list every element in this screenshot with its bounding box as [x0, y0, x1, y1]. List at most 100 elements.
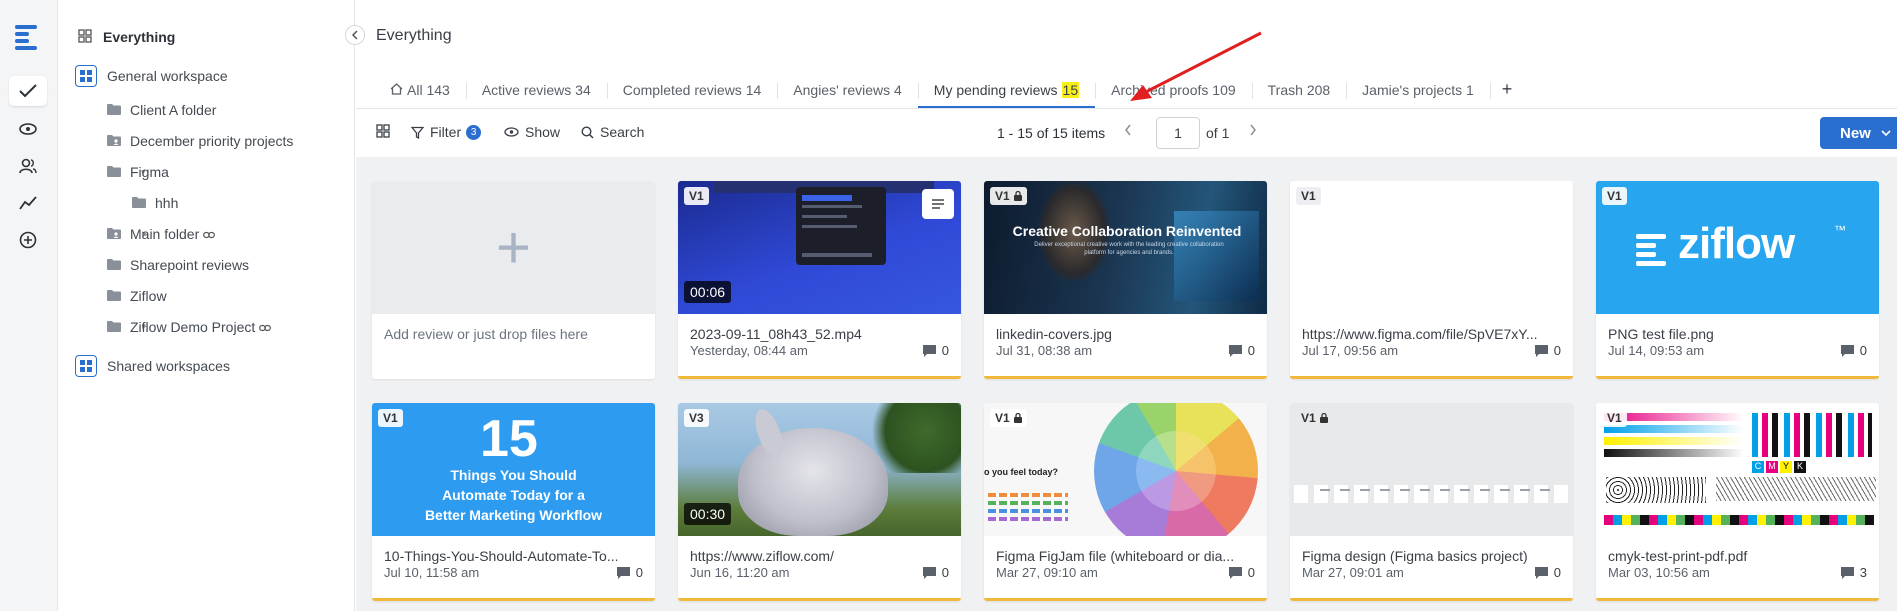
version-label: V1 — [1301, 411, 1316, 425]
sidebar-item-label: Figma — [130, 164, 169, 180]
tab-all[interactable]: All 143 — [374, 78, 466, 108]
sidebar-item-shared-workspaces[interactable]: Shared workspaces — [75, 353, 230, 379]
tab-active-reviews[interactable]: Active reviews 34 — [465, 78, 607, 108]
collapse-sidebar-button[interactable] — [345, 25, 365, 45]
proof-date: Jul 17, 09:56 am — [1302, 343, 1399, 358]
comment-count: 3 — [1840, 565, 1867, 580]
version-badge: V1 — [1602, 409, 1627, 427]
proof-name[interactable]: https://www.figma.com/file/SpVE7xY... — [1302, 326, 1557, 342]
sidebar-item-figma[interactable]: Figma — [107, 159, 169, 185]
proof-card[interactable]: 15 Things You Should Automate Today for … — [372, 403, 655, 601]
sidebar-item-ziflow-demo-project[interactable]: Ziflow Demo Project — [107, 314, 272, 340]
proof-card[interactable]: C M Y K V1 cmyk-test-print-pdf.pdf Mar 0… — [1596, 403, 1879, 601]
sidebar-item-ziflow[interactable]: Ziflow — [107, 283, 167, 309]
add-review-card[interactable]: + Add review or just drop files here — [372, 181, 655, 379]
proof-thumbnail: ziflow ™ — [1596, 181, 1879, 314]
proof-card[interactable]: Creative Collaboration Reinvented Delive… — [984, 181, 1267, 379]
annotation-arrow-icon — [1130, 31, 1262, 101]
thumbnail-number: 15 — [480, 410, 538, 468]
next-page-button[interactable] — [1249, 123, 1257, 139]
tab-completed-reviews[interactable]: Completed reviews 14 — [606, 78, 778, 108]
add-review-hint: Add review or just drop files here — [384, 326, 588, 342]
new-button[interactable]: New — [1820, 117, 1897, 149]
status-bar — [984, 598, 1267, 601]
review-eye-icon[interactable] — [9, 114, 47, 144]
search-button[interactable]: Search — [581, 124, 644, 140]
tab-count: 208 — [1306, 82, 1331, 98]
comment-count-value: 0 — [1247, 565, 1255, 580]
grid-icon — [78, 28, 92, 46]
shared-folder-icon — [107, 133, 121, 149]
version-label: V1 — [995, 189, 1010, 203]
analytics-icon[interactable] — [9, 188, 47, 218]
proof-name[interactable]: 2023-09-11_08h43_52.mp4 — [690, 326, 945, 342]
users-icon[interactable] — [9, 151, 47, 181]
prev-page-button[interactable] — [1124, 123, 1132, 139]
add-review-dropzone[interactable]: + — [372, 181, 655, 314]
proof-card[interactable]: V1 https://www.figma.com/file/SpVE7xY...… — [1290, 181, 1573, 379]
sidebar-item-label: Sharepoint reviews — [130, 257, 250, 273]
search-label: Search — [600, 124, 645, 140]
cmyk-letters: C M Y K — [1752, 461, 1806, 473]
tab-count: 143 — [426, 82, 450, 98]
filter-button[interactable]: Filter 3 — [411, 124, 482, 140]
thumbnail-line: Things You Should — [450, 467, 577, 483]
ziflow-logo-icon[interactable] — [15, 25, 41, 51]
filter-label: Filter — [430, 124, 462, 140]
proof-name[interactable]: linkedin-covers.jpg — [996, 326, 1251, 342]
link-icon — [259, 319, 272, 335]
tab-count: 34 — [575, 82, 591, 98]
tab-label: All — [407, 82, 423, 98]
comment-count-value: 0 — [1859, 343, 1867, 358]
tab-count: 1 — [1466, 82, 1474, 98]
chevron-left-icon — [1125, 124, 1131, 136]
sidebar-item-december-priority-projects[interactable]: December priority projects — [107, 128, 293, 154]
proofs-check-icon[interactable] — [9, 76, 47, 106]
proof-card[interactable]: ziflow ™ V1 PNG test file.png Jul 14, 09… — [1596, 181, 1879, 379]
show-button[interactable]: Show — [504, 124, 560, 140]
proof-date: Jul 10, 11:58 am — [384, 565, 480, 580]
version-badge: V1 — [1602, 187, 1627, 205]
view-toggle-button[interactable] — [376, 124, 396, 138]
proof-name[interactable]: 10-Things-You-Should-Automate-To... — [384, 548, 639, 564]
proof-date: Jul 14, 09:53 am — [1608, 343, 1705, 358]
notes-icon[interactable] — [922, 189, 954, 219]
sidebar-item-everything[interactable]: Everything — [78, 24, 175, 50]
add-tab-button[interactable]: + — [1489, 78, 1525, 100]
comment-icon — [1840, 344, 1854, 357]
tab-angies-reviews[interactable]: Angies' reviews 4 — [777, 78, 918, 108]
sidebar-item-main-folder[interactable]: Main folder — [107, 221, 216, 247]
proof-card[interactable]: o you feel today? V1 Figma FigJam file (… — [984, 403, 1267, 601]
thumbnail-title: Creative Collaboration Reinvented — [1012, 223, 1242, 239]
proof-card[interactable]: V1 Figma design (Figma basics project) M… — [1290, 403, 1573, 601]
comment-count-value: 3 — [1859, 565, 1867, 580]
comment-count: 0 — [1534, 565, 1561, 580]
ziflow-mark-icon — [1636, 234, 1670, 266]
sidebar-item-sharepoint-reviews[interactable]: Sharepoint reviews — [107, 252, 249, 278]
sidebar-item-client-a-folder[interactable]: Client A folder — [107, 97, 216, 123]
sidebar-item-general-workspace[interactable]: General workspace — [75, 63, 228, 89]
proof-card[interactable]: V1 00:06 2023-09-11_08h43_52.mp4 Yesterd… — [678, 181, 961, 379]
proof-name[interactable]: cmyk-test-print-pdf.pdf — [1608, 548, 1863, 564]
thumbnail-text: Things You Should Automate Today for a B… — [372, 465, 655, 525]
proof-card[interactable]: V3 00:30 https://www.ziflow.com/ Jun 16,… — [678, 403, 961, 601]
thumbnail-question: o you feel today? — [984, 467, 1059, 477]
sidebar-item-label: Ziflow Demo Project — [130, 319, 256, 335]
tab-bar: All 143 Active reviews 34 Completed revi… — [374, 78, 1524, 108]
add-circle-icon[interactable] — [9, 225, 47, 255]
tab-jamies-projects[interactable]: Jamie's projects 1 — [1346, 78, 1490, 108]
comment-icon — [1228, 566, 1242, 579]
sidebar-item-hhh[interactable]: hhh — [132, 190, 178, 216]
tab-my-pending-reviews[interactable]: My pending reviews 15 — [917, 78, 1096, 108]
proof-name[interactable]: PNG test file.png — [1608, 326, 1863, 342]
workspace-icon — [75, 65, 97, 87]
proof-name[interactable]: Figma design (Figma basics project) — [1302, 548, 1557, 564]
search-icon — [581, 125, 594, 139]
page-number-input[interactable] — [1156, 117, 1200, 149]
workspace-icon — [75, 355, 97, 377]
proof-name[interactable]: https://www.ziflow.com/ — [690, 548, 945, 564]
proof-name[interactable]: Figma FigJam file (whiteboard or dia... — [996, 548, 1251, 564]
comment-count-value: 0 — [1553, 565, 1561, 580]
sidebar-item-label: Main folder — [130, 226, 200, 242]
version-badge: V1 — [990, 409, 1027, 427]
